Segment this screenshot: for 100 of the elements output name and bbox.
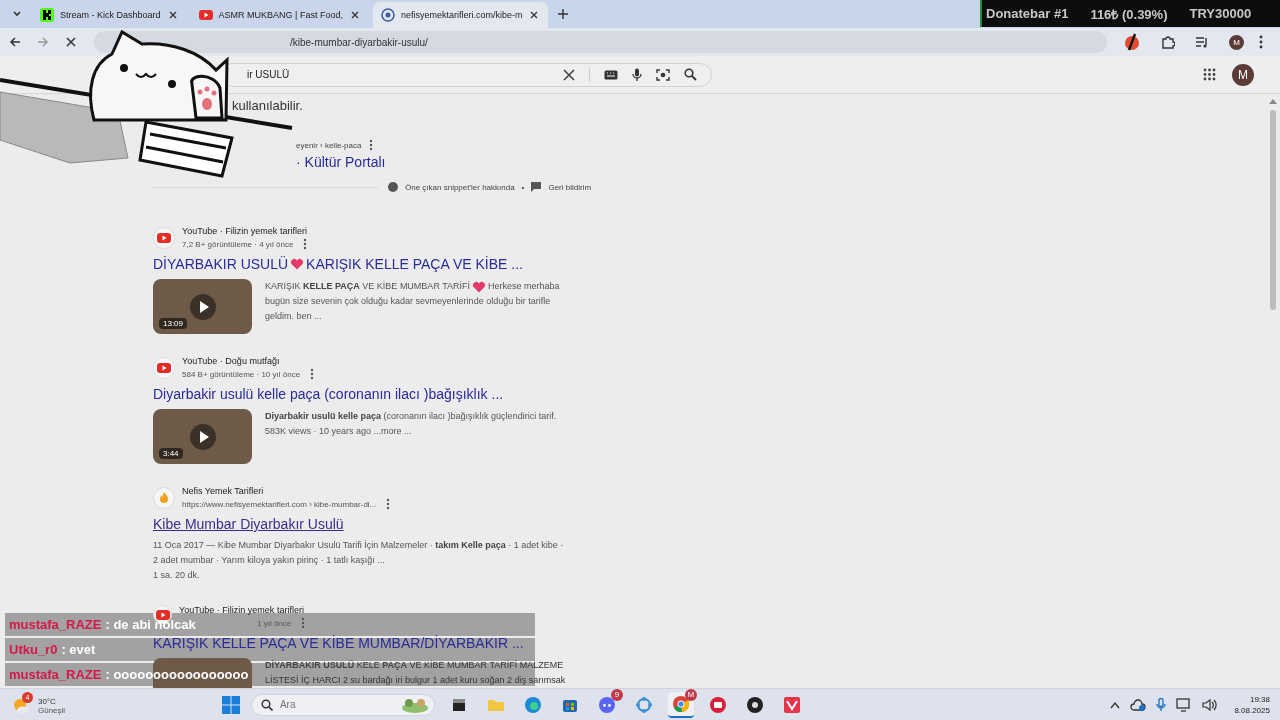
- browser-tab[interactable]: ASMR MUKBANG | Fast Food,: [190, 2, 369, 28]
- chat-username: mustafa_RAZE: [9, 617, 102, 632]
- scroll-up-icon: [1269, 98, 1277, 104]
- back-arrow-icon: [9, 36, 21, 48]
- source-name: YouTube · Filizin yemek tarifleri: [182, 226, 308, 236]
- keyboard-icon[interactable]: [604, 69, 618, 80]
- source-name: YouTube · Doğu mutfağı: [182, 356, 281, 366]
- media-queue-icon[interactable]: [1195, 35, 1209, 49]
- more-options-icon[interactable]: [386, 498, 391, 510]
- monitor-network-icon[interactable]: [1176, 697, 1193, 712]
- profile-avatar[interactable]: M: [1229, 34, 1244, 50]
- taskbar-app-button[interactable]: M: [667, 691, 694, 718]
- close-icon: [168, 11, 177, 19]
- address-bar[interactable]: /kibe-mumbar-diyarbakir-usulu/: [94, 31, 1107, 53]
- result-title-link[interactable]: KARIŞIK KELLE PAÇA VE KİBE MUMBAR/DİYARBAKIR ...: [153, 635, 613, 651]
- close-icon: [530, 11, 539, 19]
- clear-icon[interactable]: [563, 68, 575, 81]
- landscape-illustration-icon: [400, 696, 429, 713]
- close-icon: [350, 11, 359, 19]
- discord-logo-icon: [597, 695, 616, 714]
- result-title-link[interactable]: Kibe Mumbar Diyarbakır Usulü: [153, 516, 613, 532]
- result-title-link[interactable]: Diyarbakir usulü kelle paça (coronanın ilacı )bağışıklık ...: [153, 386, 613, 402]
- snippet-text: LİSTESİ İÇ HARCI 2 su bardağı iri bulgur 1 adet kuru soğan 2 diş sarımsak: [265, 674, 566, 687]
- globe-icon: [380, 8, 395, 22]
- video-duration: 13:09: [159, 318, 188, 329]
- cloud-icon[interactable]: [1130, 698, 1147, 711]
- play-icon: [189, 423, 216, 450]
- edge-logo-icon: [523, 695, 542, 714]
- chevron-down-icon: [12, 9, 22, 19]
- result-meta: 7,2 B+ görüntüleme · 4 yıl önce: [182, 239, 294, 249]
- snippet-text: KARIŞIK KELLE PAÇA VE KİBE MUMBAR TARİFİ Herkese merhaba: [265, 279, 560, 294]
- kebab-menu-icon: [1259, 35, 1263, 49]
- video-duration: 3:44: [159, 448, 183, 459]
- chat-username: Utku_r0: [9, 642, 58, 657]
- scrollbar-thumb[interactable]: [1270, 110, 1276, 310]
- browser-tab[interactable]: nefisyemektarifleri.com/kibe-m: [372, 2, 549, 28]
- more-options-icon[interactable]: [301, 617, 306, 629]
- more-options-icon[interactable]: [310, 368, 315, 380]
- sun-cloud-icon: [12, 697, 30, 715]
- video-thumbnail[interactable]: 3:44: [153, 409, 252, 464]
- forward-arrow-icon: [37, 36, 49, 48]
- snippet-text: geldim. ben ...: [265, 310, 323, 323]
- snippet-text: 583K views · 10 years ago ...more ...: [265, 425, 413, 438]
- source-name: YouTube · Filizin yemek tarifleri: [179, 605, 305, 615]
- snippet-text: bugün size sevenin çok olduğu kadar sevmeyenlerinde olduğu bir tarifle: [265, 295, 552, 308]
- breadcrumb-text: eyenir › kelle-paca: [296, 140, 362, 150]
- more-options-icon[interactable]: [369, 139, 374, 151]
- weather-condition: Güneşli: [38, 706, 66, 715]
- plus-icon: [558, 9, 569, 19]
- search-icon[interactable]: [684, 68, 697, 81]
- video-thumbnail[interactable]: 13:09: [153, 279, 252, 334]
- search-query: ir USULÜ: [246, 69, 291, 80]
- url-text: /kibe-mumbar-diyarbakir-usulu/: [290, 36, 428, 48]
- separator-dot: •: [521, 182, 525, 192]
- donation-amount: 116₺ (0.39%): [1090, 5, 1168, 23]
- chat-username: mustafa_RAZE: [9, 667, 102, 682]
- app-logo-icon: [708, 695, 727, 714]
- feather-logo-icon[interactable]: [1123, 33, 1141, 51]
- result-meta: https://www.nefisyemektarifleri.com › kibe-mumbar-di...: [182, 499, 377, 509]
- result-title-link[interactable]: DİYARBAKIR USULÜ KARIŞIK KELLE PAÇA VE KİBE ...: [153, 256, 613, 272]
- result-meta: 584 B+ görüntüleme · 10 yıl önce: [182, 369, 301, 379]
- camera-lens-icon[interactable]: [656, 67, 670, 82]
- tab-title: Stream - Kick Dashboard: [60, 10, 161, 20]
- source-name: Nefis Yemek Tarifleri: [182, 486, 265, 496]
- browser-tab[interactable]: Stream - Kick Dashboard: [32, 2, 187, 28]
- chrome-logo-icon: [671, 694, 690, 713]
- about-snippets-link[interactable]: Öne çıkan snippet'ler hakkında: [405, 182, 515, 192]
- network-nodes-icon: [634, 695, 653, 714]
- date-text: 8.08.2025: [1234, 704, 1270, 716]
- feedback-link[interactable]: Geri bildirim: [548, 182, 592, 192]
- snippet-text: 2 adet mumbar · Yarım kiloya yakın pirinç · 1 tatlı kaşığı ...: [153, 554, 386, 567]
- notification-badge: 9: [610, 688, 623, 701]
- chat-message: : ooooooooooooooooo: [105, 667, 249, 682]
- feedback-icon: [531, 182, 542, 192]
- snippet-text: 11 Oca 2017 — Kibe Mumbar Diyarbakır Usulü Tarifi İçin Malzemeler · takım Kelle paça · 1 adet kibe ·: [153, 539, 565, 552]
- result-link[interactable]: · Kültür Portalı: [296, 154, 613, 170]
- taskbar-app-button[interactable]: 9: [593, 691, 620, 718]
- windows-logo-icon[interactable]: [221, 695, 240, 714]
- time-text: 19:38: [1248, 693, 1270, 705]
- chevron-up-icon[interactable]: [1110, 700, 1121, 709]
- obs-logo-icon: [745, 695, 764, 714]
- speaker-icon[interactable]: [1202, 697, 1219, 712]
- donation-goal: TRY30000: [1189, 6, 1252, 21]
- apps-grid-icon[interactable]: [1203, 68, 1216, 81]
- chat-message: : de abi nolcak: [105, 617, 196, 632]
- taskbar-search-field[interactable]: Ara: [250, 693, 435, 716]
- clock-button[interactable]: 19:38 8.08.2025: [1234, 693, 1270, 716]
- snippet-text: DİYARBAKIR USULÜ KELE PAÇA VE KİBE MUMBAR TARİFİ MALZEME: [265, 659, 565, 672]
- snippet-text: 1 sa. 20 dk.: [153, 569, 201, 582]
- snippet-text: Diyarbakir usulü kelle paça (coronanın ilacı )bağışıklık güçlendirici tarif.: [265, 410, 557, 423]
- valorant-logo-icon: [782, 695, 801, 714]
- more-options-icon[interactable]: [303, 238, 308, 250]
- microphone-icon[interactable]: [632, 67, 642, 82]
- result-meta: 1 yıl önce: [257, 618, 292, 628]
- heart-icon: [290, 258, 305, 270]
- kick-logo-icon: [40, 8, 54, 22]
- puzzle-piece-icon[interactable]: [1161, 35, 1175, 49]
- notification-badge: M: [684, 688, 697, 701]
- account-avatar[interactable]: M: [1232, 63, 1254, 86]
- temperature-text: 30°C: [38, 697, 57, 706]
